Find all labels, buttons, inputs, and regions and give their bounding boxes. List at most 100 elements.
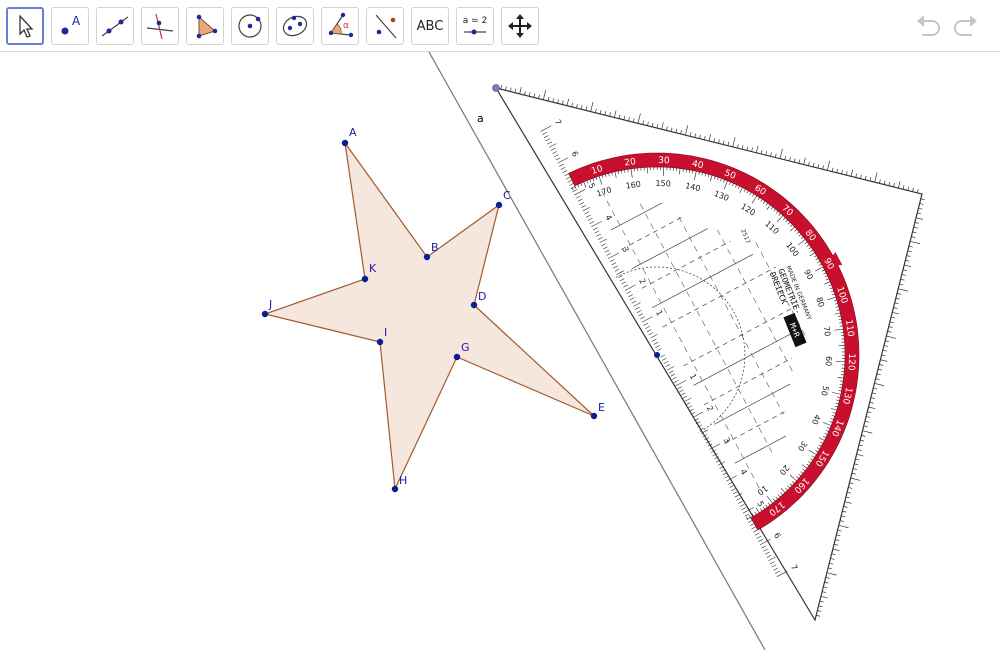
edge-tick <box>651 122 654 127</box>
edge-tick <box>854 463 859 466</box>
pointer-arrow-icon <box>19 14 34 38</box>
edge-tick <box>827 567 833 570</box>
edge-tick <box>912 187 914 192</box>
move-view-tool-button[interactable] <box>501 7 539 45</box>
angle-icon: α <box>328 12 354 38</box>
line-tool-button[interactable] <box>96 7 134 45</box>
edge-tick <box>842 510 847 513</box>
edge-tick <box>561 100 564 105</box>
edge-tick <box>618 114 621 119</box>
cm-tick <box>724 475 730 479</box>
edge-tick <box>836 168 839 173</box>
edge-tick <box>901 274 906 276</box>
edge-tick <box>817 610 822 612</box>
edge-tick <box>832 548 840 552</box>
edge-tick <box>609 112 611 117</box>
line-icon <box>101 16 129 37</box>
edge-tick <box>916 188 919 193</box>
move-tool-button[interactable] <box>6 7 44 45</box>
edge-tick <box>509 87 512 92</box>
point-i[interactable] <box>376 338 384 346</box>
point-tool-button[interactable]: A <box>51 7 89 45</box>
point-g[interactable] <box>453 353 461 361</box>
protractor-rotate-handle[interactable] <box>492 84 500 92</box>
edge-tick <box>751 147 753 152</box>
line-a-label: a <box>477 112 484 125</box>
edge-tick <box>860 174 862 179</box>
cm-tick <box>775 570 780 574</box>
edge-tick <box>856 453 864 457</box>
edge-tick <box>538 94 540 99</box>
circle-tool-button[interactable] <box>231 7 269 45</box>
edge-tick <box>779 148 783 159</box>
edge-tick <box>845 171 848 176</box>
slider-icon: a = 2 <box>463 16 487 35</box>
edge-tick <box>675 128 678 133</box>
edge-tick <box>843 506 848 508</box>
edge-tick <box>883 180 886 185</box>
edge-tick <box>838 524 849 529</box>
edge-tick <box>760 149 763 155</box>
edge-tick <box>703 135 706 140</box>
protractor-center-point[interactable] <box>654 352 660 358</box>
point-c[interactable] <box>495 201 503 209</box>
edge-tick <box>897 181 901 189</box>
edge-tick <box>891 316 896 319</box>
redo-button[interactable] <box>952 12 980 40</box>
point-a[interactable] <box>341 139 349 147</box>
edge-tick <box>784 155 787 160</box>
cm-tick <box>766 554 772 558</box>
point-k-label: K <box>369 262 377 275</box>
perpendicular-tool-button[interactable] <box>141 7 179 45</box>
graphics-view[interactable]: a A B C D E G H I J K 1020 30 405060708090… <box>0 52 1000 650</box>
point-d[interactable] <box>470 301 478 309</box>
edge-tick <box>847 491 852 494</box>
edge-tick <box>824 581 829 584</box>
circle-center-point-icon <box>238 14 262 38</box>
point-b[interactable] <box>423 253 431 261</box>
edge-tick <box>910 240 920 245</box>
edge-tick <box>656 124 659 129</box>
edge-tick <box>841 170 843 175</box>
edge-tick <box>907 250 912 253</box>
edge-tick <box>770 152 772 157</box>
edge-tick <box>869 401 874 404</box>
cm-tick <box>736 497 741 501</box>
point-e[interactable] <box>590 412 598 420</box>
angle-tool-button[interactable]: α <box>321 7 359 45</box>
edge-tick <box>868 406 876 410</box>
slider-tool-button[interactable]: a = 2 <box>456 7 494 45</box>
edge-tick <box>590 101 594 112</box>
conic-tool-button[interactable] <box>276 7 314 45</box>
edge-tick <box>765 151 768 156</box>
cm-tick <box>764 551 770 555</box>
edge-tick <box>571 102 574 107</box>
reflect-about-line-icon <box>375 14 397 39</box>
arc-scale-label: 20 <box>624 157 637 169</box>
edge-tick <box>670 127 673 132</box>
toolbar: A α ABC a = 2 <box>0 0 1000 52</box>
edge-tick <box>866 416 871 418</box>
edge-tick <box>894 302 899 305</box>
text-tool-button[interactable]: ABC <box>411 7 449 45</box>
polygon-icon <box>196 14 218 39</box>
arc-scale-label: 120 <box>846 353 857 371</box>
polygon-tool-button[interactable] <box>186 7 224 45</box>
edge-tick <box>888 181 891 186</box>
edge-tick <box>831 553 836 556</box>
reflect-tool-button[interactable] <box>366 7 404 45</box>
edge-tick <box>637 113 641 124</box>
edge-tick <box>718 139 720 144</box>
point-j[interactable] <box>261 310 269 318</box>
edge-tick <box>694 133 697 138</box>
cm-tick <box>741 507 746 511</box>
protractor[interactable]: 1020 30 4050607080901001101201301401501601… <box>492 84 925 622</box>
star-polygon[interactable] <box>262 142 595 492</box>
edge-tick <box>825 577 830 579</box>
point-k[interactable] <box>361 275 369 283</box>
cm-tick <box>744 513 750 517</box>
cm-tick <box>739 504 745 507</box>
point-h[interactable] <box>391 485 399 493</box>
undo-button[interactable] <box>914 12 942 40</box>
edge-tick <box>722 140 725 145</box>
